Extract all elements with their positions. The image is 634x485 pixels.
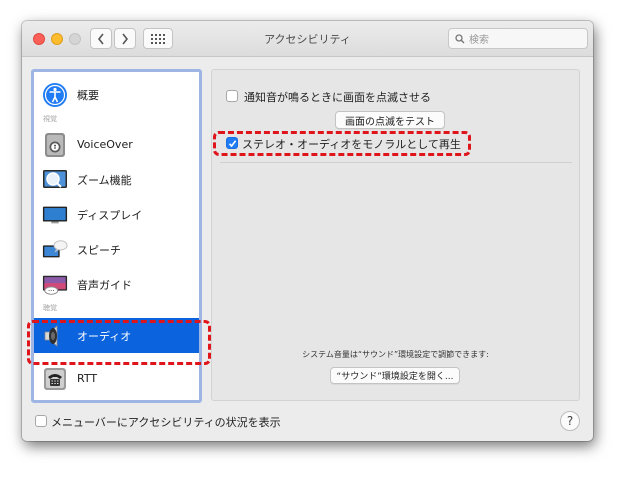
search-field[interactable]: 検索	[448, 28, 588, 49]
menubar-status-checkbox[interactable]	[35, 415, 47, 427]
sidebar-item-general[interactable]: 概要	[34, 77, 199, 112]
sidebar-item-speech[interactable]: スピーチ	[34, 232, 199, 267]
search-placeholder: 検索	[469, 35, 489, 46]
menubar-status-label: メニューバーにアクセシビリティの状況を表示	[51, 416, 281, 429]
zoom-icon	[42, 167, 68, 193]
sidebar-item-voiceover[interactable]: VoiceOver	[34, 127, 199, 162]
test-flash-button[interactable]: 画面の点滅をテスト	[335, 111, 445, 129]
title-bar: アクセシビリティ 検索	[22, 21, 593, 57]
audio-highlight-box	[27, 320, 211, 365]
help-button[interactable]: ?	[560, 411, 580, 431]
sidebar-item-label: VoiceOver	[77, 138, 133, 151]
sidebar-item-label: ディスプレイ	[77, 208, 143, 222]
accessibility-icon	[42, 82, 68, 108]
sidebar-item-label: ズーム機能	[77, 173, 132, 187]
sidebar-item-label: 概要	[77, 88, 99, 102]
help-icon: ?	[566, 414, 574, 428]
descriptions-icon: •••	[42, 272, 68, 298]
voiceover-icon	[42, 132, 68, 158]
accessibility-window: アクセシビリティ 検索 概要 視覚 VoiceOver ズーム機能 ディスプレイ…	[22, 21, 593, 441]
open-sound-preferences-button[interactable]: “サウンド”環境設定を開く...	[330, 367, 460, 384]
sidebar-item-zoom[interactable]: ズーム機能	[34, 162, 199, 197]
flash-screen-checkbox[interactable]	[226, 90, 238, 102]
flash-screen-label: 通知音が鳴るときに画面を点滅させる	[244, 91, 431, 104]
sidebar-item-rtt[interactable]: RTT	[34, 361, 199, 396]
audio-settings-pane: 通知音が鳴るときに画面を点滅させる 画面の点滅をテスト ステレオ・オーディオをモ…	[211, 69, 580, 401]
mono-audio-highlight-box	[213, 131, 471, 156]
display-icon	[42, 202, 68, 228]
divider	[220, 162, 572, 163]
section-header-vision: 視覚	[43, 115, 57, 123]
svg-text:•••: •••	[48, 288, 55, 292]
speech-icon	[42, 237, 68, 263]
sidebar-item-label: スピーチ	[77, 243, 121, 257]
volume-note: システム音量は“サウンド”環境設定で調節できます:	[302, 350, 489, 359]
sidebar-item-label: RTT	[77, 372, 98, 385]
section-header-hearing: 聴覚	[43, 304, 57, 312]
sidebar-item-display[interactable]: ディスプレイ	[34, 197, 199, 232]
rtt-icon	[42, 366, 68, 392]
sidebar-item-descriptions[interactable]: ••• 音声ガイド	[34, 267, 199, 302]
sidebar-item-label: 音声ガイド	[77, 278, 132, 292]
search-icon	[455, 33, 465, 43]
